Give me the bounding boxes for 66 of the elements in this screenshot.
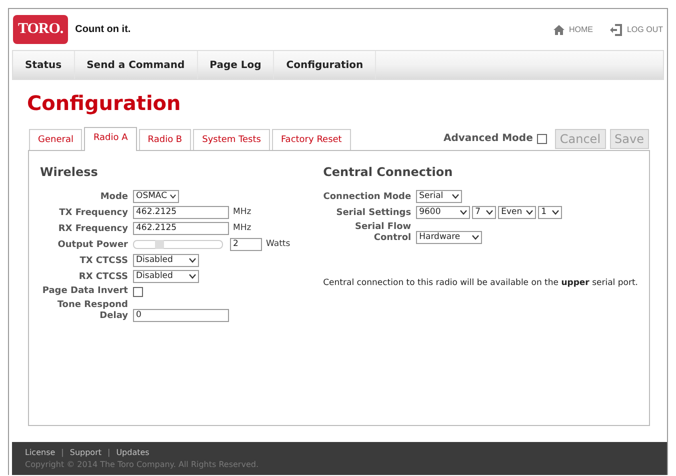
house-icon <box>552 24 565 36</box>
field-label: Serial Flow Control <box>354 222 412 244</box>
checkbox[interactable] <box>536 134 547 144</box>
dropdown[interactable]: Hardware <box>416 230 482 244</box>
link-separator: | <box>61 448 64 457</box>
caret-icon <box>189 258 196 263</box>
tab[interactable]: Radio A <box>84 126 137 151</box>
nav-item[interactable]: Page Log <box>198 51 274 79</box>
caret-icon <box>452 194 460 199</box>
input-field[interactable]: 462.2125 <box>133 206 229 219</box>
dropdown[interactable]: OSMAC <box>133 190 179 203</box>
tab[interactable]: Radio B <box>138 128 192 150</box>
tab[interactable]: Factory Reset <box>272 128 351 150</box>
field-label: TX CTCSS <box>78 256 128 267</box>
copyright-text: Copyright © 2014 The Toro Company. All Rights Reserved. <box>25 460 260 469</box>
dropdown[interactable]: Disabled <box>133 270 199 283</box>
field-label: Output Power <box>56 240 128 251</box>
caret-icon <box>170 194 176 199</box>
dropdown[interactable]: Disabled <box>133 254 199 267</box>
slider-thumb[interactable] <box>155 240 164 249</box>
field-label: RX CTCSS <box>78 272 128 283</box>
link-separator: | <box>108 448 110 457</box>
caret-icon <box>472 234 480 240</box>
dropdown[interactable]: 9600 <box>416 206 470 219</box>
field-label: Mode <box>99 192 128 203</box>
nav-item[interactable]: Send a Command <box>74 51 198 79</box>
caret-icon <box>526 210 534 215</box>
dropdown[interactable]: 1 <box>538 206 562 219</box>
caret-icon <box>552 210 560 215</box>
home-link[interactable]: HOME <box>552 24 593 36</box>
field-label: TX Frequency <box>58 208 128 219</box>
field-label: RX Frequency <box>57 224 128 235</box>
unit-label: MHz <box>233 223 252 234</box>
field-label: Advanced Mode <box>443 133 533 144</box>
info-text: Central connection to this radio will be available on the upper serial port. <box>323 278 638 288</box>
tab[interactable]: General <box>29 128 82 150</box>
section-title: Wireless <box>40 164 99 179</box>
tab[interactable]: System Tests <box>193 128 270 150</box>
brand-logo: TORO. <box>13 15 68 44</box>
field-label: Connection Mode <box>323 192 412 203</box>
logout-link[interactable]: LOG OUT <box>608 22 663 37</box>
caret-icon <box>189 274 196 279</box>
checkbox[interactable] <box>133 286 143 297</box>
brand-tagline: Count on it. <box>75 24 131 36</box>
caret-icon <box>486 210 494 215</box>
input-field[interactable]: 462.2125 <box>133 222 229 235</box>
field-label: Page Data Invert <box>41 286 128 297</box>
unit-label: MHz <box>233 207 252 218</box>
field-label: Serial Settings <box>335 208 412 219</box>
input-field[interactable]: 2 <box>230 238 262 251</box>
dropdown[interactable]: 7 <box>472 206 496 219</box>
footer-link[interactable]: Updates <box>116 448 150 457</box>
page-title: Configuration <box>27 90 182 115</box>
nav-item[interactable]: Status <box>13 51 75 79</box>
section-title: Central Connection <box>323 164 454 179</box>
input-field[interactable]: 0 <box>133 308 229 322</box>
footer-link[interactable]: License <box>25 448 56 457</box>
nav-item[interactable]: Configuration <box>274 51 376 79</box>
footer-link[interactable]: Support <box>70 448 102 457</box>
field-label: Tone Respond Delay <box>56 300 128 322</box>
door-icon <box>608 22 623 37</box>
dropdown[interactable]: Serial <box>416 190 462 203</box>
dropdown[interactable]: Even <box>498 206 536 219</box>
unit-label: Watts <box>266 239 290 250</box>
caret-icon <box>460 210 468 215</box>
slider[interactable] <box>133 240 223 249</box>
